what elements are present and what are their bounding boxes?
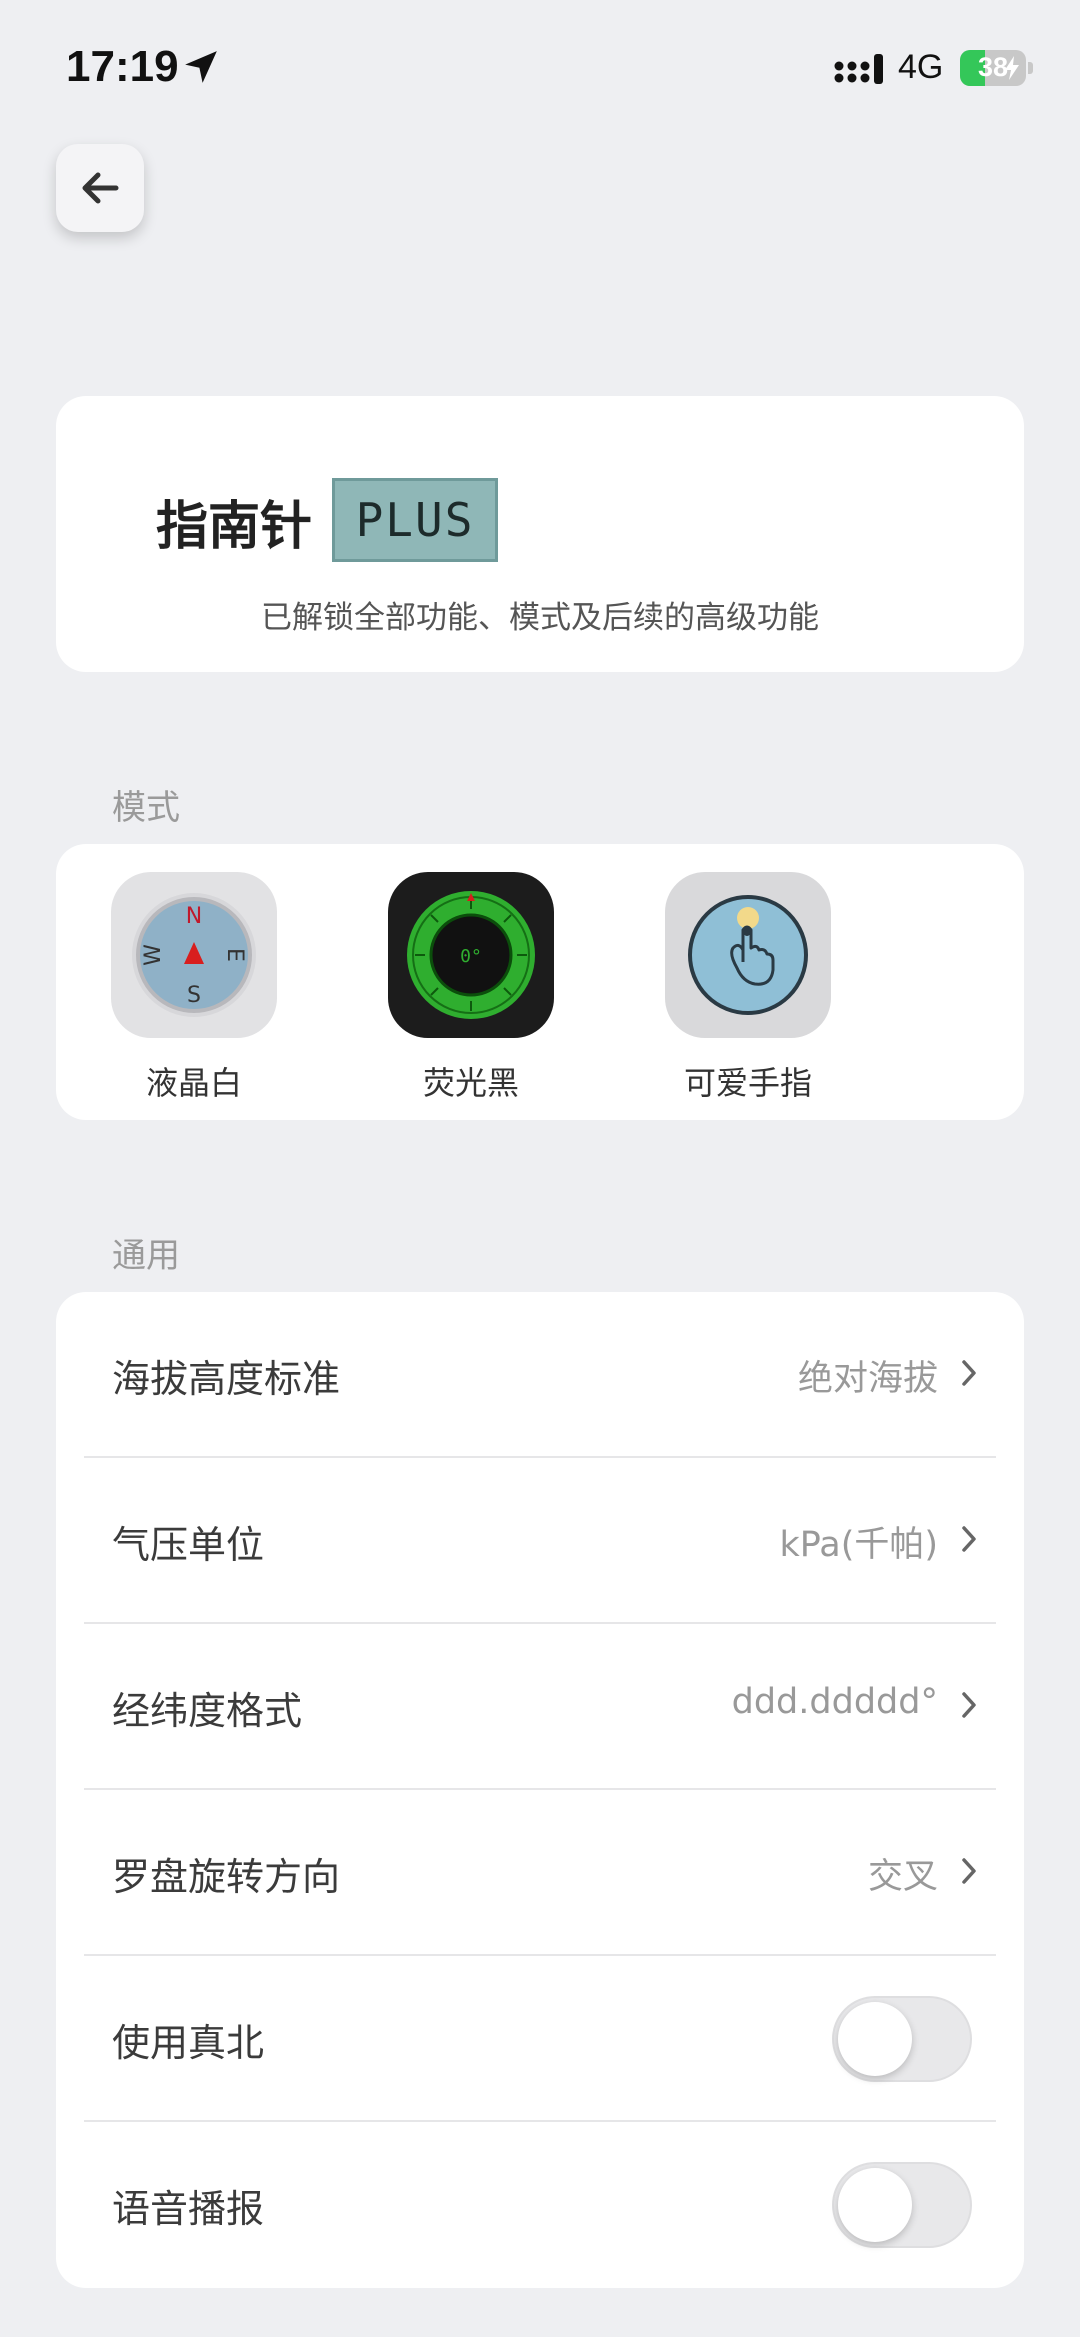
mode-cute-finger[interactable]: 可爱手指 xyxy=(665,872,831,1104)
voice-broadcast-row: 语音播报 xyxy=(84,2122,996,2288)
voice-broadcast-toggle[interactable] xyxy=(832,2162,972,2248)
plus-badge: PLUS xyxy=(332,478,498,562)
unlock-subtitle: 已解锁全部功能、模式及后续的高级功能 xyxy=(261,600,819,636)
chevron-right-icon xyxy=(962,1692,976,1718)
general-section-title: 通用 xyxy=(112,1236,180,1276)
compass-white-icon: N S E W xyxy=(111,872,277,1038)
coordinate-format-row[interactable]: 经纬度格式 ddd.ddddd° xyxy=(84,1624,996,1790)
compass-readout: 0° xyxy=(460,946,482,967)
mode-fluorescent-black[interactable]: 0° 荧光黑 xyxy=(388,872,554,1104)
compass-s-label: S xyxy=(187,983,201,1008)
signal-icon xyxy=(834,54,883,84)
chevron-right-icon xyxy=(962,1526,976,1552)
battery-indicator: 38 xyxy=(960,50,1026,86)
pressure-unit-row[interactable]: 气压单位 kPa(千帕) xyxy=(84,1458,996,1624)
altitude-standard-row[interactable]: 海拔高度标准 绝对海拔 xyxy=(84,1292,996,1458)
chevron-right-icon xyxy=(962,1360,976,1386)
battery-cap xyxy=(1028,62,1033,74)
row-label: 罗盘旋转方向 xyxy=(112,1855,341,1899)
row-label: 经纬度格式 xyxy=(112,1689,303,1733)
row-value: ddd.ddddd° xyxy=(731,1682,938,1722)
row-label: 使用真北 xyxy=(112,2021,265,2065)
compass-n-label: N xyxy=(186,904,202,929)
status-bar: 17:19 4G 38 xyxy=(0,0,1080,140)
row-label: 海拔高度标准 xyxy=(112,1357,341,1401)
location-arrow-icon xyxy=(185,51,217,83)
status-time: 17:19 xyxy=(66,42,179,91)
mode-label: 可爱手指 xyxy=(683,1064,812,1102)
mode-lcd-white[interactable]: N S E W 液晶白 xyxy=(111,872,277,1104)
charging-bolt-icon xyxy=(1005,56,1019,80)
row-label: 气压单位 xyxy=(112,1523,265,1567)
row-label: 语音播报 xyxy=(112,2187,265,2231)
row-value: kPa(千帕) xyxy=(779,1525,938,1565)
general-settings-card: 海拔高度标准 绝对海拔 气压单位 kPa(千帕) 经纬度格式 ddd.ddddd… xyxy=(56,1292,1024,2288)
compass-w-label: W xyxy=(141,944,166,966)
modes-section-title: 模式 xyxy=(112,788,180,828)
true-north-row: 使用真北 xyxy=(84,1956,996,2122)
compass-green-icon: 0° xyxy=(388,872,554,1038)
true-north-toggle[interactable] xyxy=(832,1996,972,2082)
back-arrow-icon xyxy=(82,172,119,204)
finger-compass-icon xyxy=(665,872,831,1038)
back-button[interactable] xyxy=(56,144,144,232)
mode-label: 液晶白 xyxy=(145,1064,242,1102)
compass-e-label: E xyxy=(222,948,247,962)
toggle-knob xyxy=(838,2168,912,2242)
toggle-knob xyxy=(838,2002,912,2076)
compass-rotation-row[interactable]: 罗盘旋转方向 交叉 xyxy=(84,1790,996,1956)
plus-status-card: 指南针 PLUS 已解锁全部功能、模式及后续的高级功能 xyxy=(56,396,1024,672)
app-title: 指南针 xyxy=(156,497,313,557)
network-type: 4G xyxy=(898,48,944,86)
modes-card: N S E W 液晶白 0° 荧光黑 可爱手指 xyxy=(56,844,1024,1120)
mode-label: 荧光黑 xyxy=(422,1064,519,1102)
row-value: 交叉 xyxy=(867,1857,938,1897)
chevron-right-icon xyxy=(962,1858,976,1884)
row-value: 绝对海拔 xyxy=(797,1359,938,1399)
